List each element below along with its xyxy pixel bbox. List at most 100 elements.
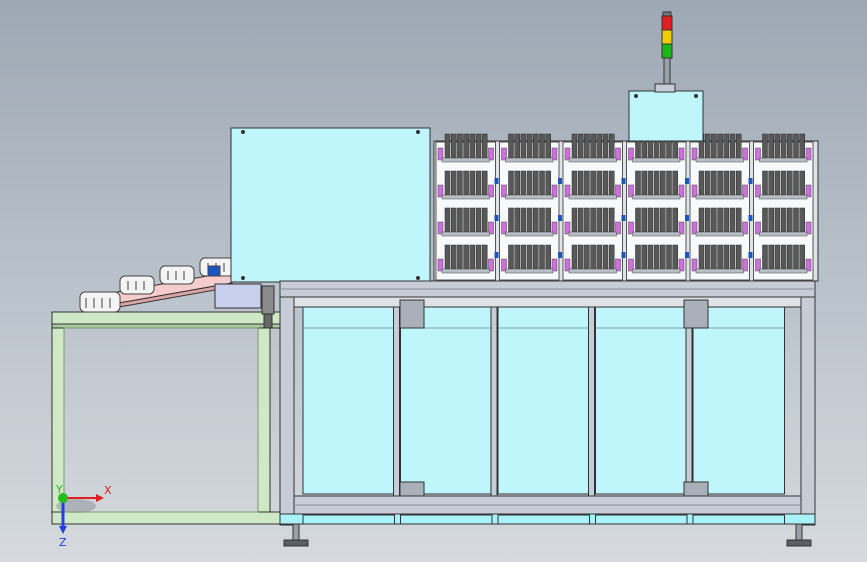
magazine-shelf [632, 157, 681, 163]
magazine-cartridge [590, 244, 596, 270]
magazine-cartridge [463, 207, 469, 233]
frame-post [588, 306, 595, 497]
magazine-cartridge [469, 207, 476, 233]
door-panel [400, 306, 493, 495]
frame-post [685, 306, 693, 497]
front-panels [302, 299, 785, 525]
magazine-cartridge [711, 170, 717, 196]
connector-marker [748, 178, 753, 184]
magazine-cartridge [787, 133, 793, 159]
magazine-cartridge [762, 207, 768, 233]
magazine-cartridge [768, 244, 774, 270]
magazine-cartridge [508, 133, 514, 159]
magazine-cartridge [533, 133, 539, 159]
magazine-cartridge [711, 133, 717, 159]
magazine-cartridge [717, 207, 723, 233]
magazine-cartridge [481, 170, 488, 196]
magazine-cartridge [762, 244, 768, 270]
magazine-cartridge [571, 207, 578, 233]
magazine-cartridge [762, 170, 768, 196]
magazine-cartridge [774, 170, 781, 196]
magazine-cell [501, 170, 558, 200]
magazine-cartridge [577, 170, 584, 196]
magazine-cartridge [635, 207, 641, 233]
magazine-cartridge [475, 170, 482, 196]
magazine-cartridge [762, 133, 768, 159]
magazine-cell [564, 170, 621, 200]
magazine-shelf [695, 157, 744, 163]
magazine-cartridge [444, 133, 451, 159]
magazine-cartridge [596, 170, 603, 196]
machine-front-view: X Y Z [51, 11, 819, 549]
magazine-rack [433, 133, 819, 282]
x-axis-head [96, 494, 104, 502]
magazine-cartridge [608, 207, 615, 233]
magazine-shelf [632, 194, 681, 200]
magazine-cartridge [539, 133, 545, 159]
magazine-shelf [505, 231, 554, 237]
magazine-shelf [505, 194, 554, 200]
magazine-cartridge [539, 207, 545, 233]
magazine-cartridge [545, 207, 551, 233]
base-panel [595, 514, 688, 525]
magazine-cartridge [723, 170, 730, 196]
magazine-cell [564, 244, 621, 274]
magazine-cartridge [672, 170, 678, 196]
top-enclosure [230, 127, 431, 283]
magazine-cartridge [526, 170, 533, 196]
tower-pole [663, 57, 671, 85]
magazine-cartridge [475, 133, 482, 159]
magazine-shelf [759, 231, 808, 237]
magazine-cartridge [450, 244, 457, 270]
connector-marker [685, 178, 689, 184]
magazine-cartridge [444, 207, 451, 233]
magazine-cartridge [672, 244, 678, 270]
magazine-cartridge [780, 207, 787, 233]
magazine-cartridge [698, 244, 705, 270]
magazine-cell [501, 133, 558, 163]
magazine-cartridge [533, 207, 539, 233]
connector-marker [494, 252, 499, 258]
magazine-cartridge [723, 244, 730, 270]
magazine-cartridge [735, 207, 742, 233]
magazine-cartridge [596, 133, 603, 159]
magazine-shelf [441, 231, 490, 237]
magazine-cell [501, 207, 558, 237]
magazine-shelf [441, 194, 490, 200]
magazine-cartridge [475, 207, 482, 233]
magazine-cartridge [481, 244, 488, 270]
magazine-cartridge [444, 244, 451, 270]
magazine-cartridge [514, 244, 520, 270]
magazine-cartridge [666, 207, 672, 233]
magazine-cartridge [653, 207, 660, 233]
x-axis-label: X [104, 484, 112, 497]
magazine-cartridge [584, 244, 590, 270]
magazine-cartridge [635, 244, 641, 270]
magazine-cell [501, 244, 558, 274]
magazine-cartridge [653, 244, 660, 270]
tower-light-green [661, 43, 673, 59]
magazine-cartridge [768, 207, 774, 233]
magazine-cell [437, 170, 494, 200]
magazine-cartridge [475, 244, 482, 270]
magazine-shelf [505, 268, 554, 274]
magazine-cartridge [571, 244, 578, 270]
magazine-cartridge [602, 207, 609, 233]
magazine-cartridge [780, 170, 787, 196]
magazine-cartridge [723, 207, 730, 233]
magazine-cartridge [787, 170, 793, 196]
magazine-cell [628, 207, 685, 237]
cad-viewport[interactable]: X Y Z [0, 0, 867, 562]
magazine-cartridge [590, 170, 596, 196]
magazine-cartridge [596, 244, 603, 270]
magazine-cartridge [533, 244, 539, 270]
magazine-cartridge [469, 170, 476, 196]
connector-marker [685, 252, 689, 258]
connector-marker [621, 215, 626, 221]
magazine-cartridge [666, 170, 672, 196]
magazine-cell [691, 244, 748, 274]
loading-table [51, 311, 281, 525]
magazine-cartridge [545, 133, 551, 159]
magazine-shelf [759, 157, 808, 163]
tower-light-yellow [661, 29, 673, 45]
